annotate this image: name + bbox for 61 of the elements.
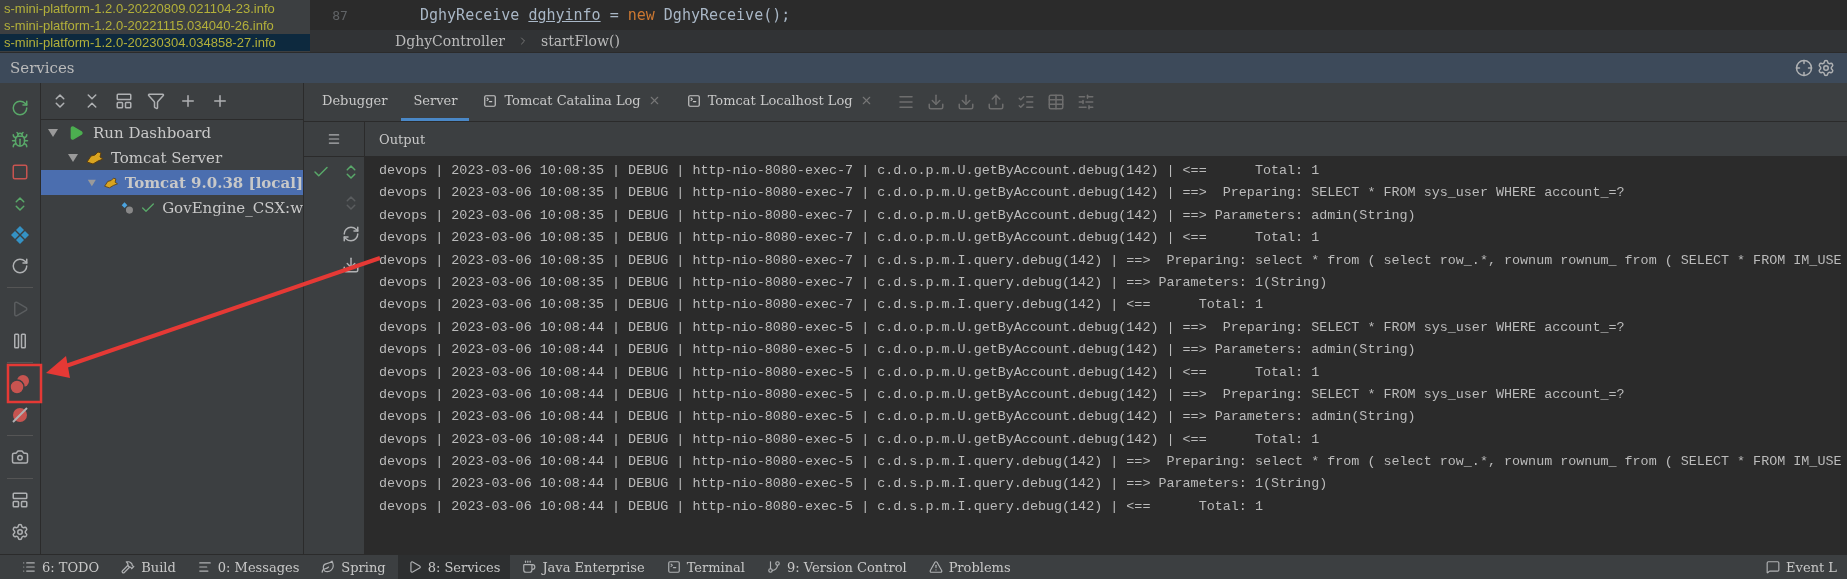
tab[interactable]: Tomcat Catalina Log [471, 83, 673, 121]
mute-breakpoints-icon[interactable] [10, 405, 30, 425]
down-triangle-icon[interactable] [67, 152, 79, 163]
output-title: Output [379, 131, 426, 147]
log-line: devops | 2023-03-06 10:08:44 | DEBUG | http-nio-8080-exec-5 | c.d.o.p.m.U.getByAccount.debug(142) | <== Total: 1 [379, 363, 1321, 382]
console-icon [686, 93, 701, 108]
tool-window-tab[interactable]: Event L [1756, 555, 1847, 579]
tab[interactable]: Tomcat Localhost Log [674, 83, 885, 121]
diamonds-icon[interactable] [10, 225, 30, 245]
log-line: devops | 2023-03-06 10:08:35 | DEBUG | http-nio-8080-exec-7 | c.d.o.p.m.U.getByAccount.debug(142) | <== Total: 1 [379, 162, 1321, 180]
console-icon [483, 93, 498, 108]
log-line: devops | 2023-03-06 10:08:44 | DEBUG | http-nio-8080-exec-5 | c.d.o.p.m.U.getByAccount.debug(142) | ==> Preparing: SELECT * FROM sys_user WHERE account_=? [379, 318, 1626, 337]
log-line: devops | 2023-03-06 10:08:35 | DEBUG | http-nio-8080-exec-7 | c.d.o.p.m.U.getByAccount.debug(142) | ==> Parameters: admin(String) [379, 206, 1417, 225]
file-name[interactable]: s-mini-platform-1.2.0-20220809.021104-23.info [0, 0, 310, 17]
tab[interactable]: Debugger [310, 83, 400, 121]
log-line: devops | 2023-03-06 10:08:35 | DEBUG | http-nio-8080-exec-7 | c.d.s.p.m.I.query.debug(142) | ==> Preparing: select * from ( select row_.*, rownum rownum_ from ( SELECT * FROM IM_USE [379, 251, 1843, 270]
tool-window-tab[interactable]: Terminal [656, 555, 755, 579]
crosshair-icon[interactable] [1793, 57, 1815, 79]
log-line: devops | 2023-03-06 10:08:44 | DEBUG | http-nio-8080-exec-5 | c.d.s.p.m.I.query.debug(142) | <== Total: 1 [379, 497, 1264, 516]
log-line: devops | 2023-03-06 10:08:35 | DEBUG | http-nio-8080-exec-7 | c.d.o.p.m.U.getByAccount.debug(142) | <== Total: 1 [379, 229, 1321, 248]
play-icon [407, 560, 422, 574]
tool-window-tab[interactable]: 8: Services [397, 555, 511, 579]
coffee-icon [522, 560, 537, 574]
log-line: devops | 2023-03-06 10:08:44 | DEBUG | http-nio-8080-exec-5 | c.d.o.p.m.U.getByAccount.debug(142) | <== Total: 1 [379, 430, 1321, 449]
file-name[interactable]: s-mini-platform-1.2.0-20221115.034040-26.info [0, 17, 310, 34]
hammer-icon [121, 560, 136, 574]
breadcrumb[interactable]: startFlow() [540, 33, 620, 49]
log-line: devops | 2023-03-06 10:08:44 | DEBUG | http-nio-8080-exec-5 | c.d.o.p.m.U.getByAccount.debug(142) | ==> Preparing: SELECT * FROM sys_user WHERE account_=? [379, 385, 1626, 404]
leaf-icon [321, 560, 336, 574]
log-line: devops | 2023-03-06 10:08:35 | DEBUG | http-nio-8080-exec-7 | c.d.s.p.m.I.query.debug(142) | ==> Parameters: 1(String) [379, 273, 1329, 292]
log-line: devops | 2023-03-06 10:08:44 | DEBUG | http-nio-8080-exec-5 | c.d.o.p.m.U.getByAccount.debug(142) | ==> Parameters: admin(String) [379, 408, 1417, 427]
tool-window-tab[interactable]: 0: Messages [187, 555, 310, 579]
log-line: devops | 2023-03-06 10:08:44 | DEBUG | http-nio-8080-exec-5 | c.d.o.p.m.U.getByAccount.debug(142) | ==> Parameters: admin(String) [379, 341, 1417, 360]
tree-item[interactable]: Tomcat Server [41, 145, 303, 170]
tree-item[interactable]: GovEngine_CSX:w [41, 195, 303, 220]
log-line: devops | 2023-03-06 10:08:35 | DEBUG | http-nio-8080-exec-7 | c.d.s.p.m.I.query.debug(142) | <== Total: 1 [379, 296, 1264, 315]
down-triangle-icon[interactable] [47, 127, 59, 138]
tool-window-tab[interactable]: Spring [311, 555, 396, 579]
warning-icon [928, 560, 943, 574]
tool-window-tab[interactable]: 9: Version Control [757, 555, 917, 579]
list-icon [22, 560, 36, 574]
log-line: devops | 2023-03-06 10:08:44 | DEBUG | http-nio-8080-exec-5 | c.d.s.p.m.I.query.debug(142) | ==> Parameters: 1(String) [379, 475, 1329, 494]
code-line: DghyReceive dghyinfo = new DghyReceive(); [420, 6, 791, 24]
speech-bubble-icon [1766, 560, 1781, 574]
file-name[interactable]: s-mini-platform-1.2.0-20230304.034858-27.info [0, 34, 310, 51]
panel-title: Services [10, 59, 76, 77]
tool-window-tab[interactable]: Problems [918, 555, 1021, 579]
highlight-frame [6, 363, 43, 404]
tree-item[interactable]: Run Dashboard [41, 120, 303, 145]
log-line: devops | 2023-03-06 10:08:35 | DEBUG | http-nio-8080-exec-7 | c.d.o.p.m.U.getByAccount.debug(142) | ==> Preparing: SELECT * FROM sys_user WHERE account_=? [379, 184, 1626, 203]
log-line: devops | 2023-03-06 10:08:44 | DEBUG | http-nio-8080-exec-5 | c.d.s.p.m.I.query.debug(142) | ==> Preparing: select * from ( select row_.*, rownum rownum_ from ( SELECT * FROM IM_USE [379, 453, 1843, 472]
breakpoints-icon[interactable] [9, 373, 31, 395]
tool-window-tab[interactable]: Java Enterprise [512, 555, 655, 579]
tool-window-tab[interactable]: 6: TODO [12, 555, 110, 579]
breadcrumb[interactable]: DghyController [395, 33, 505, 49]
tool-window-tab[interactable]: Build [111, 555, 186, 579]
tab[interactable]: Server [401, 83, 470, 121]
branch-icon [767, 560, 781, 574]
line-number: 87 [331, 7, 349, 23]
messages-icon [197, 560, 212, 574]
terminal-icon [666, 560, 681, 574]
